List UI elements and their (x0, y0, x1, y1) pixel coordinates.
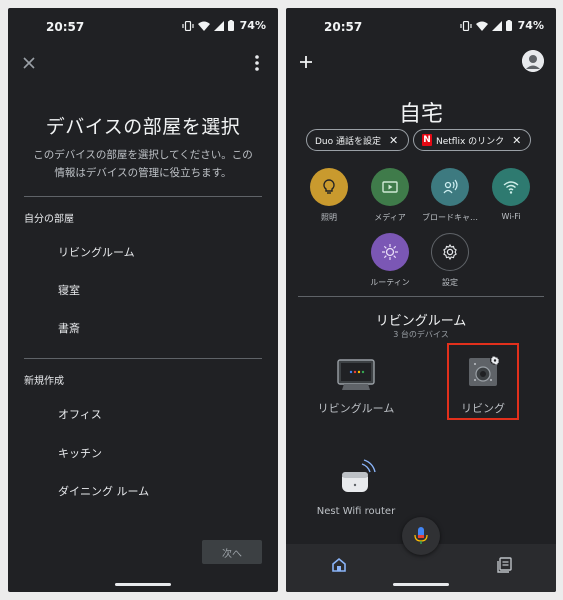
gesture-nav-bar[interactable] (393, 583, 449, 586)
netflix-logo-icon: N (422, 134, 432, 146)
divider (24, 196, 262, 197)
status-bar: 20:57 74% (8, 8, 278, 44)
close-icon[interactable] (18, 52, 40, 74)
next-button[interactable]: 次へ (202, 540, 262, 564)
action-media[interactable]: メディア (360, 168, 420, 223)
routine-icon (371, 233, 409, 271)
action-broadcast[interactable]: ブロードキャ… (420, 168, 480, 223)
action-label: ルーティン (370, 278, 410, 287)
page-description: このデバイスの部屋を選択してください。この情報はデバイスの管理に役立ちます。 (33, 149, 253, 179)
room-option-kitchen[interactable]: キッチン (58, 445, 102, 461)
action-lights[interactable]: 照明 (299, 168, 359, 223)
action-label: ブロードキャ… (422, 213, 478, 222)
action-wifi[interactable]: Wi-Fi (481, 168, 541, 221)
room-device-count: 3 台のデバイス (393, 330, 449, 339)
device-wifi-router[interactable]: Nest Wifi router (306, 456, 406, 517)
mic-icon (414, 527, 428, 544)
room-option-dining[interactable]: ダイニング ルーム (58, 483, 149, 499)
room-option-living[interactable]: リビングルーム (58, 244, 135, 260)
wifi-status-icon (475, 21, 488, 31)
avatar[interactable] (522, 50, 544, 72)
status-time: 20:57 (46, 20, 85, 34)
more-vert-icon[interactable] (246, 52, 268, 74)
wifi-router-icon (306, 456, 406, 494)
divider (298, 296, 544, 297)
chip-label: Netflix のリンク (436, 136, 505, 147)
status-icons: 74% (182, 19, 266, 32)
chip-label: Duo 通話を設定 (315, 136, 382, 147)
home-title: 自宅 (398, 102, 443, 127)
close-icon[interactable]: ✕ (389, 134, 398, 147)
wifi-status-icon (197, 21, 210, 31)
action-label: 照明 (321, 213, 337, 222)
page-title: デバイスの部屋を選択 (45, 116, 241, 138)
action-label: Wi-Fi (501, 212, 521, 221)
signal-icon (213, 20, 224, 31)
room-title: リビングルーム (375, 314, 467, 329)
room-option-bedroom[interactable]: 寝室 (58, 282, 80, 298)
signal-icon (491, 20, 502, 31)
home-tab-icon[interactable] (330, 556, 348, 574)
status-icons: 74% (460, 19, 544, 32)
device-nest-hub[interactable]: リビングルーム (306, 352, 406, 416)
mic-button[interactable] (402, 517, 440, 555)
gear-icon (431, 233, 469, 271)
close-icon[interactable]: ✕ (512, 134, 521, 147)
status-time: 20:57 (324, 20, 363, 34)
left-phone-screen: 20:57 74% デバイスの部屋を選択 このデバイスの部屋を選択してください。… (8, 8, 278, 592)
lightbulb-icon (310, 168, 348, 206)
wifi-icon (492, 168, 530, 206)
room-option-study[interactable]: 書斎 (58, 320, 80, 336)
status-bar: 20:57 74% (286, 8, 556, 44)
broadcast-icon (431, 168, 469, 206)
action-label: メディア (374, 213, 406, 222)
battery-icon (505, 20, 512, 31)
battery-icon (227, 20, 234, 31)
room-option-office[interactable]: オフィス (58, 406, 102, 422)
chip-netflix[interactable]: N Netflix のリンク ✕ (413, 129, 531, 151)
battery-percent: 74% (239, 19, 266, 32)
right-phone-screen: 20:57 74% 自宅 Duo 通話を設定 ✕ N Netflix のリンク … (286, 8, 556, 592)
media-icon (371, 168, 409, 206)
nest-hub-icon (306, 352, 406, 392)
chip-duo[interactable]: Duo 通話を設定 ✕ (306, 129, 409, 151)
action-routines[interactable]: ルーティン (360, 233, 420, 288)
gesture-nav-bar[interactable] (115, 583, 171, 586)
action-label: 設定 (442, 278, 458, 287)
vibrate-icon (182, 20, 194, 31)
battery-percent: 74% (517, 19, 544, 32)
device-label: Nest Wifi router (316, 506, 396, 517)
section-my-rooms: 自分の部屋 (24, 214, 74, 225)
divider (24, 358, 262, 359)
action-settings[interactable]: 設定 (420, 233, 480, 288)
section-new: 新規作成 (24, 376, 64, 387)
highlight-box (447, 343, 519, 420)
device-label: リビングルーム (317, 402, 395, 415)
add-icon[interactable] (296, 52, 316, 72)
vibrate-icon (460, 20, 472, 31)
feed-tab-icon[interactable] (496, 556, 514, 574)
